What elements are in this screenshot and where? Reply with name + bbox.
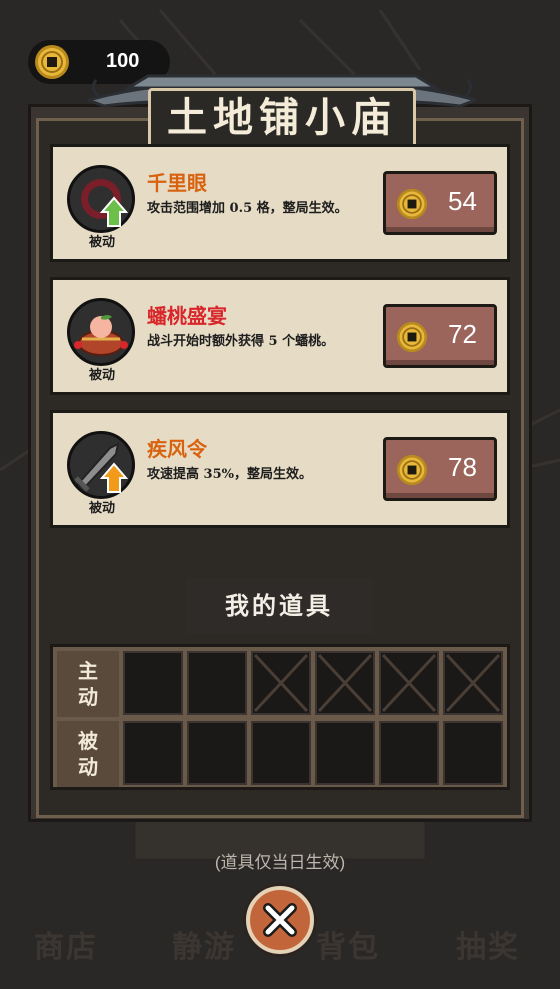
item-description: 攻击范围增加 0.5 格，整局生效。 [147, 201, 348, 216]
close-icon [263, 903, 297, 937]
inventory-slot[interactable] [123, 721, 183, 785]
eye-upgrade-icon [67, 165, 135, 233]
item-name: 千里眼 [147, 171, 207, 195]
passive-tag: 被动 [88, 235, 115, 250]
inventory-slot[interactable] [443, 721, 503, 785]
locked-slot [251, 651, 311, 715]
locked-slot [443, 651, 503, 715]
inventory-slot[interactable] [187, 721, 247, 785]
coin-icon [396, 188, 428, 220]
locked-slot [379, 651, 439, 715]
lock-cross-icon [253, 653, 309, 713]
lock-cross-icon [317, 653, 373, 713]
buy-button-pantaoshengyan[interactable]: 72 [383, 304, 497, 368]
active-row-label-text: 主动 [78, 659, 98, 709]
nav-travel[interactable]: 静游 [172, 922, 236, 966]
close-button[interactable] [246, 886, 314, 954]
shop-item-qianliyan: 被动 千里眼 攻击范围增加 0.5 格，整局生效。 54 [50, 144, 510, 262]
coin-icon [396, 454, 428, 486]
coin-icon [396, 321, 428, 353]
buy-button-qianliyan[interactable]: 54 [383, 171, 497, 235]
sword-upgrade-icon [67, 431, 135, 499]
nav-bag[interactable]: 背包 [316, 922, 380, 966]
inventory-slot[interactable] [379, 721, 439, 785]
item-name: 蟠桃盛宴 [147, 304, 227, 328]
inventory-slot[interactable] [187, 651, 247, 715]
passive-tag: 被动 [88, 501, 115, 516]
item-price: 78 [448, 452, 477, 482]
inventory-slot[interactable] [251, 721, 311, 785]
notice-text: (道具仅当日生效) [214, 853, 346, 872]
lock-cross-icon [381, 653, 437, 713]
my-items-title: 我的道具 [186, 578, 372, 634]
nav-lottery[interactable]: 抽奖 [456, 922, 520, 966]
coin-icon [35, 45, 69, 79]
item-name: 疾风令 [147, 437, 207, 461]
nav-shop[interactable]: 商店 [34, 922, 98, 966]
passive-tag: 被动 [88, 368, 115, 383]
inventory-slot[interactable] [315, 721, 375, 785]
passive-row-label-text: 被动 [78, 729, 98, 779]
inventory-slot[interactable] [123, 651, 183, 715]
active-row-label: 主动 [57, 651, 119, 717]
item-price: 72 [448, 319, 477, 349]
buy-button-jifengling[interactable]: 78 [383, 437, 497, 501]
shop-item-pantaoshengyan: 被动 蟠桃盛宴 战斗开始时额外获得 5 个蟠桃。 72 [50, 277, 510, 395]
inventory-grid: 主动 被动 [50, 644, 510, 790]
item-description: 攻速提高 35%，整局生效。 [147, 467, 312, 482]
shop-title: 土地铺小庙 [167, 94, 397, 141]
peach-basket-icon [67, 298, 135, 366]
locked-slot [315, 651, 375, 715]
shop-item-jifengling: 被动 疾风令 攻速提高 35%，整局生效。 78 [50, 410, 510, 528]
passive-row-label: 被动 [57, 721, 119, 787]
item-price: 54 [448, 186, 477, 216]
item-description: 战斗开始时额外获得 5 个蟠桃。 [147, 334, 335, 349]
lock-cross-icon [445, 653, 501, 713]
